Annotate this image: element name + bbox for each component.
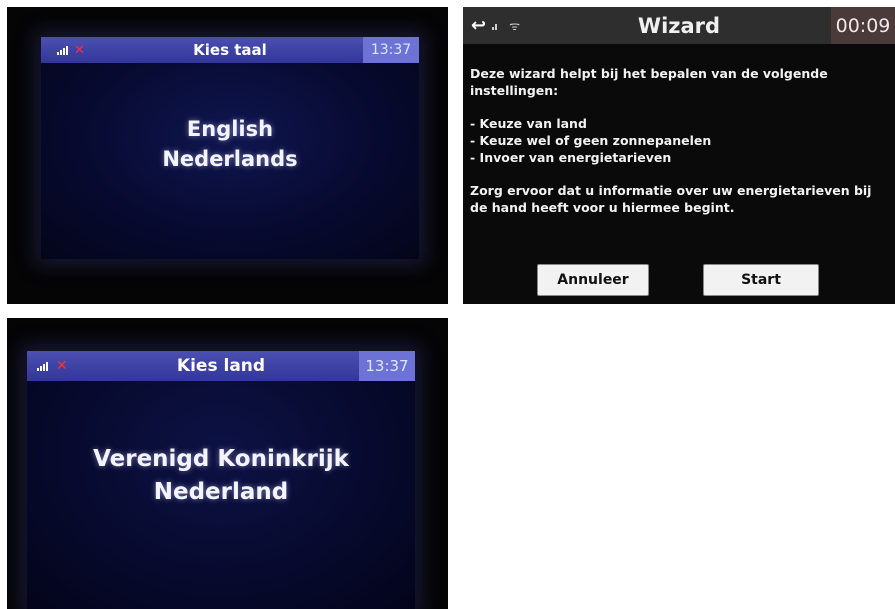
wizard-header-bar: ↩ ᯤ Wizard 00:09 [463,7,895,44]
header-bar: ✕ Kies land 13:37 [27,351,415,381]
option-nederlands[interactable]: Nederlands [41,147,419,171]
clock: 00:09 [831,7,895,44]
list-item: - Invoer van energietarieven [470,150,672,165]
intro-text: Deze wizard helpt bij het bepalen van de… [470,66,828,98]
option-verenigd-koninkrijk[interactable]: Verenigd Koninkrijk [27,446,415,472]
wizard-body: Deze wizard helpt bij het bepalen van de… [470,65,875,216]
settings-list: - Keuze van land - Keuze wel of geen zon… [470,115,875,166]
photo-wizard-screen: ↩ ᯤ Wizard 00:09 Deze wizard helpt bij h… [463,7,895,304]
cancel-button[interactable]: Annuleer [537,264,649,296]
note-text: Zorg ervoor dat u informatie over uw ene… [470,183,872,215]
list-item: - Keuze van land [470,116,587,131]
photo-language-screen: ✕ Kies taal 13:37 English Nederlands [7,7,448,304]
header-bar: ✕ Kies taal 13:37 [41,37,419,63]
clock: 13:37 [363,37,419,63]
option-nederland[interactable]: Nederland [27,479,415,505]
start-button[interactable]: Start [703,264,819,296]
photo-country-screen: ✕ Kies land 13:37 Verenigd Koninkrijk Ne… [7,318,448,609]
clock: 13:37 [359,351,415,381]
device-screen-country: ✕ Kies land 13:37 Verenigd Koninkrijk Ne… [27,351,415,609]
device-screen-language: ✕ Kies taal 13:37 English Nederlands [41,37,419,259]
option-english[interactable]: English [41,117,419,141]
list-item: - Keuze wel of geen zonnepanelen [470,133,712,148]
page-title: Kies land [176,356,266,376]
